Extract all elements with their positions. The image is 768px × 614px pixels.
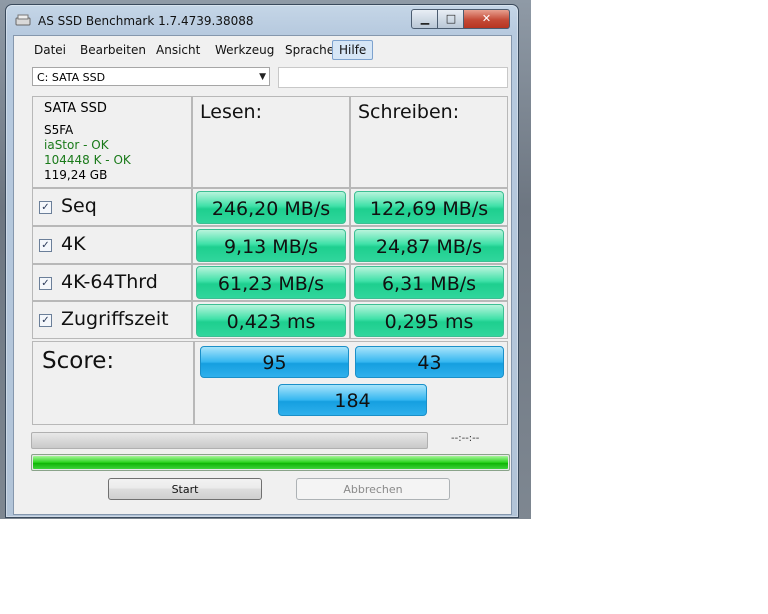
start-button[interactable]: Start	[108, 478, 262, 500]
result-4k-read: 9,13 MB/s	[196, 229, 346, 262]
menu-werkzeug[interactable]: Werkzeug	[209, 41, 280, 59]
checkbox-zugriffszeit[interactable]: ✓	[39, 314, 52, 327]
checkbox-4k-64thrd[interactable]: ✓	[39, 277, 52, 290]
checkbox-4k[interactable]: ✓	[39, 239, 52, 252]
drive-icon	[15, 14, 31, 26]
score-label-cell: Score:	[32, 341, 194, 425]
row-4k-write-cell: 24,87 MB/s	[350, 226, 508, 264]
test-progress-bar	[31, 432, 428, 449]
menu-sprache[interactable]: Sprache	[279, 41, 340, 59]
drive-info-panel: SATA SSD S5FA iaStor - OK 104448 K - OK …	[32, 96, 192, 188]
row-seq-label-cell: ✓ Seq	[32, 188, 192, 226]
overall-progress-fill	[33, 456, 508, 469]
write-header: Schreiben:	[358, 101, 460, 123]
results-grid: SATA SSD S5FA iaStor - OK 104448 K - OK …	[32, 96, 508, 426]
row-4k64-read-cell: 61,23 MB/s	[192, 264, 350, 301]
row-access-read-cell: 0,423 ms	[192, 301, 350, 339]
row-seq-read-cell: 246,20 MB/s	[192, 188, 350, 226]
result-access-read: 0,423 ms	[196, 304, 346, 337]
checkbox-seq[interactable]: ✓	[39, 201, 52, 214]
title-bar[interactable]: AS SSD Benchmark 1.7.4739.38088 ▁ □ ✕	[6, 5, 518, 35]
row-4k-label-cell: ✓ 4K	[32, 226, 192, 264]
menu-datei[interactable]: Datei	[28, 41, 72, 59]
row-seq-write-cell: 122,69 MB/s	[350, 188, 508, 226]
read-column-header: Lesen:	[192, 96, 350, 188]
score-total: 184	[278, 384, 427, 416]
result-access-write: 0,295 ms	[354, 304, 504, 337]
alignment-status: 104448 K - OK	[44, 153, 131, 167]
row-label-seq: Seq	[61, 195, 97, 217]
row-access-label-cell: ✓ Zugriffszeit	[32, 301, 192, 339]
row-4k64-label-cell: ✓ 4K-64Thrd	[32, 264, 192, 301]
menu-bearbeiten[interactable]: Bearbeiten	[74, 41, 152, 59]
write-column-header: Schreiben:	[350, 96, 508, 188]
driver-status: iaStor - OK	[44, 138, 109, 152]
window-client-area: Datei Bearbeiten Ansicht Werkzeug Sprach…	[13, 35, 512, 515]
drive-select[interactable]: C: SATA SSD ▼	[32, 67, 270, 86]
overall-progress-bar	[31, 454, 510, 471]
result-seq-write: 122,69 MB/s	[354, 191, 504, 224]
close-button[interactable]: ✕	[463, 9, 510, 29]
score-read: 95	[200, 346, 349, 378]
menu-bar: Datei Bearbeiten Ansicht Werkzeug Sprach…	[14, 39, 511, 61]
minimize-button[interactable]: ▁	[411, 9, 439, 29]
result-4k64-read: 61,23 MB/s	[196, 266, 346, 299]
row-label-zugriffszeit: Zugriffszeit	[61, 308, 169, 330]
abort-button[interactable]: Abbrechen	[296, 478, 450, 500]
drive-name: SATA SSD	[44, 101, 107, 116]
chevron-down-icon[interactable]: ▼	[259, 68, 266, 87]
window-title: AS SSD Benchmark 1.7.4739.38088	[38, 14, 254, 28]
result-4k64-write: 6,31 MB/s	[354, 266, 504, 299]
row-4k-read-cell: 9,13 MB/s	[192, 226, 350, 264]
result-seq-read: 246,20 MB/s	[196, 191, 346, 224]
menu-hilfe[interactable]: Hilfe	[332, 40, 374, 60]
row-access-write-cell: 0,295 ms	[350, 301, 508, 339]
row-label-4k: 4K	[61, 233, 86, 255]
row-4k64-write-cell: 6,31 MB/s	[350, 264, 508, 301]
elapsed-time: --:--:--	[451, 433, 480, 444]
menu-ansicht[interactable]: Ansicht	[150, 41, 206, 59]
score-label: Score:	[42, 348, 115, 374]
drive-select-value: C: SATA SSD	[37, 71, 106, 84]
side-input-field[interactable]	[278, 67, 508, 88]
score-values-cell: 95 43 184	[194, 341, 508, 425]
drive-model: S5FA	[44, 123, 74, 137]
result-4k-write: 24,87 MB/s	[354, 229, 504, 262]
row-label-4k-64thrd: 4K-64Thrd	[61, 271, 158, 293]
drive-size: 119,24 GB	[44, 168, 108, 182]
read-header: Lesen:	[200, 101, 262, 123]
maximize-button[interactable]: □	[437, 9, 465, 29]
score-write: 43	[355, 346, 504, 378]
app-window: AS SSD Benchmark 1.7.4739.38088 ▁ □ ✕ Da…	[5, 4, 519, 518]
